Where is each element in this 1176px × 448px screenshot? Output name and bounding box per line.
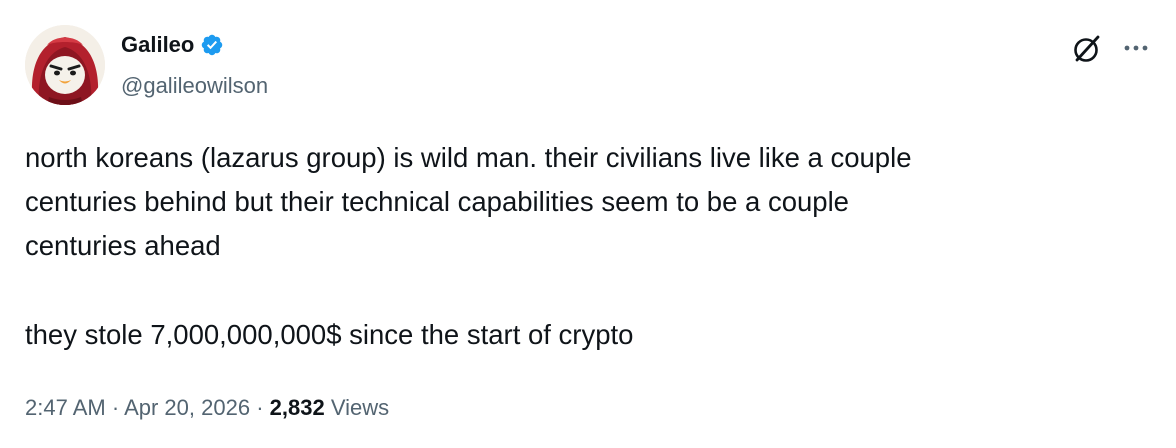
tweet-time[interactable]: 2:47 AM	[25, 395, 106, 420]
author-name-row: Galileo	[121, 31, 224, 59]
verified-badge-icon[interactable]	[200, 33, 224, 57]
hooded-penguin-avatar-icon	[25, 25, 105, 105]
more-horizontal-icon[interactable]	[1121, 36, 1151, 60]
author-display-name[interactable]: Galileo	[121, 31, 194, 59]
tweet-line: north koreans (lazarus group) is wild ma…	[25, 142, 912, 173]
tweet-line: centuries behind but their technical cap…	[25, 186, 849, 217]
tweet-body: north koreans (lazarus group) is wild ma…	[25, 136, 1145, 357]
views-label: Views	[330, 395, 390, 420]
tweet-line: they stole 7,000,000,000$ since the star…	[25, 319, 634, 350]
meta-separator: ·	[111, 395, 120, 420]
author-handle[interactable]: @galileowilson	[121, 72, 268, 100]
tweet-line: centuries ahead	[25, 230, 221, 261]
tweet-date[interactable]: Apr 20, 2026	[124, 395, 250, 420]
meta-separator: ·	[256, 395, 264, 420]
tweet-paragraph: north koreans (lazarus group) is wild ma…	[25, 136, 1145, 268]
views-count[interactable]: 2,832	[270, 395, 325, 420]
tweet-card: Galileo @galileowilson north koreans (la…	[0, 0, 1176, 448]
tweet-meta: 2:47 AM · Apr 20, 2026 · 2,832 Views	[25, 394, 389, 422]
avatar[interactable]	[25, 25, 105, 105]
tweet-paragraph: they stole 7,000,000,000$ since the star…	[25, 313, 1145, 357]
grok-icon[interactable]	[1070, 32, 1104, 66]
